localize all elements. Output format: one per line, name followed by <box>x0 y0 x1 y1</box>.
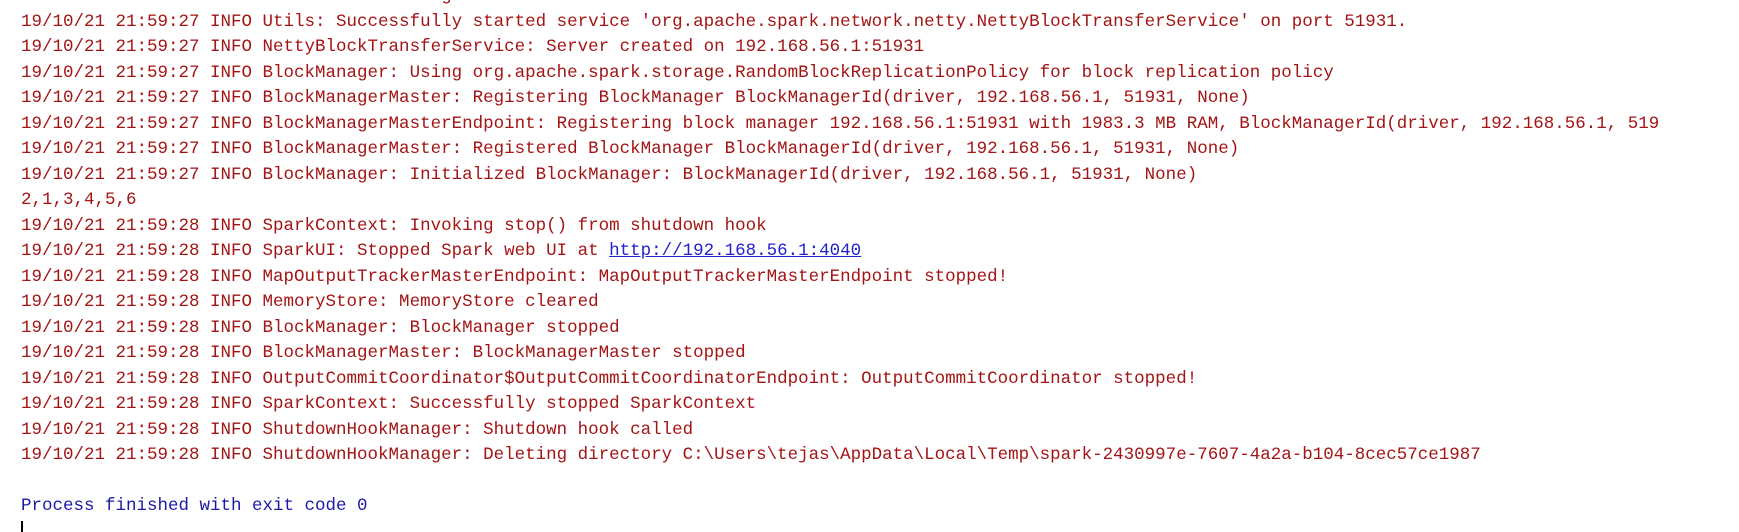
log-line: 19/10/21 21:59:28 INFO MemoryStore: Memo… <box>21 290 1739 316</box>
log-line-text: 19/10/21 21:59:27 INFO BlockManager: Usi… <box>21 62 1334 83</box>
log-line-text: 19/10/21 21:59:27 INFO BlockManagerMaste… <box>21 139 1240 159</box>
console-input-line[interactable] <box>21 520 1739 532</box>
log-line-text: 19/10/21 21:59:28 INFO ShutdownHookManag… <box>21 445 1481 465</box>
log-line: 19/10/21 21:59:28 INFO SparkUI: Stopped … <box>21 239 1739 265</box>
log-line-text: 19/10/21 21:59:28 INFO SparkContext: Inv… <box>21 215 767 236</box>
log-line-text: 19/10/21 21:59:27 INFO BlockManagerMaste… <box>21 88 1250 108</box>
log-line-text: 19/10/21 21:59:28 INFO MemoryStore: Memo… <box>21 292 599 312</box>
text-caret <box>21 520 23 532</box>
log-line: 19/10/21 21:59:27 INFO Executor: Startin… <box>21 0 1739 10</box>
program-output-line: 2,1,3,4,5,6 <box>21 188 1739 214</box>
log-line-text: 19/10/21 21:59:28 INFO ShutdownHookManag… <box>21 419 694 440</box>
log-line: 19/10/21 21:59:27 INFO BlockManagerMaste… <box>21 86 1739 112</box>
log-line-text: 19/10/21 21:59:27 INFO Executor: Startin… <box>21 0 840 6</box>
log-line: 19/10/21 21:59:27 INFO BlockManager: Ini… <box>21 163 1739 189</box>
log-line: 19/10/21 21:59:28 INFO ShutdownHookManag… <box>21 443 1739 469</box>
log-line: 19/10/21 21:59:27 INFO BlockManager: Usi… <box>21 61 1739 87</box>
log-line: 19/10/21 21:59:28 INFO BlockManagerMaste… <box>21 341 1739 367</box>
log-line-text: 19/10/21 21:59:28 INFO SparkContext: Suc… <box>21 394 757 414</box>
log-line-text: Process finished with exit code 0 <box>21 496 368 516</box>
log-line: 19/10/21 21:59:27 INFO BlockManagerMaste… <box>21 112 1739 138</box>
run-console-output: 19/10/21 21:59:27 INFO Executor: Startin… <box>0 0 1739 532</box>
log-line: 19/10/21 21:59:28 INFO MapOutputTrackerM… <box>21 265 1739 291</box>
log-line: 19/10/21 21:59:28 INFO SparkContext: Suc… <box>21 392 1739 418</box>
log-line-text: 19/10/21 21:59:27 INFO NettyBlockTransfe… <box>21 37 925 57</box>
log-line-text: 19/10/21 21:59:27 INFO BlockManagerMaste… <box>21 113 1660 134</box>
log-line-text: 2,1,3,4,5,6 <box>21 190 137 210</box>
log-line-text: 19/10/21 21:59:27 INFO Utils: Successful… <box>21 11 1408 32</box>
spark-ui-link[interactable]: http://192.168.56.1:4040 <box>609 241 861 261</box>
log-line: 19/10/21 21:59:27 INFO Utils: Successful… <box>21 10 1739 36</box>
process-exit-message: Process finished with exit code 0 <box>21 494 1739 520</box>
console-lines: 19/10/21 21:59:27 INFO Executor: Startin… <box>21 0 1739 532</box>
log-line: 19/10/21 21:59:28 INFO BlockManager: Blo… <box>21 316 1739 342</box>
log-line: 19/10/21 21:59:27 INFO BlockManagerMaste… <box>21 137 1739 163</box>
log-line: 19/10/21 21:59:28 INFO OutputCommitCoord… <box>21 367 1739 393</box>
log-line-text: 19/10/21 21:59:28 INFO SparkUI: Stopped … <box>21 241 610 261</box>
log-line-text: 19/10/21 21:59:27 INFO BlockManager: Ini… <box>21 164 1198 185</box>
log-line: 19/10/21 21:59:28 INFO SparkContext: Inv… <box>21 214 1739 240</box>
log-line-text: 19/10/21 21:59:28 INFO OutputCommitCoord… <box>21 368 1198 389</box>
log-line: 19/10/21 21:59:28 INFO ShutdownHookManag… <box>21 418 1739 444</box>
log-line-text: 19/10/21 21:59:28 INFO BlockManager: Blo… <box>21 317 620 338</box>
log-line-text: 19/10/21 21:59:28 INFO BlockManagerMaste… <box>21 343 746 363</box>
log-line: 19/10/21 21:59:27 INFO NettyBlockTransfe… <box>21 35 1739 61</box>
log-line-text: 19/10/21 21:59:28 INFO MapOutputTrackerM… <box>21 266 1009 287</box>
